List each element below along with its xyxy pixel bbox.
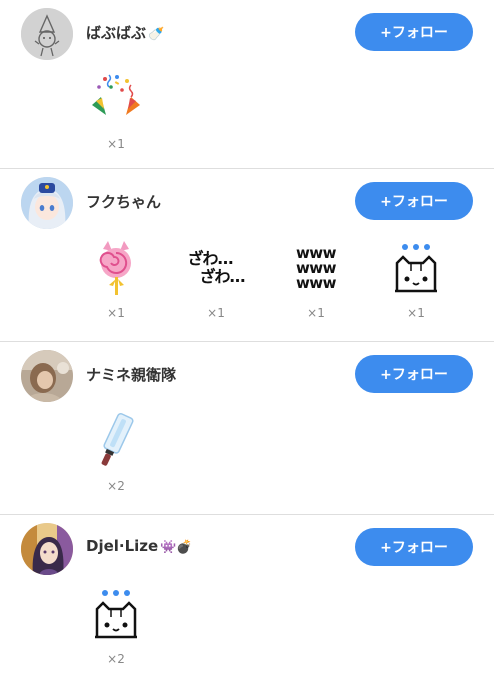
photo-avatar-icon <box>21 350 73 402</box>
gift-count: ×2 <box>107 652 125 666</box>
user-row: フクちゃん +フォロー ×1 ざわ… ざわ… ×1 www www www ×1… <box>0 168 494 341</box>
username-text: ばぶばぶ <box>86 24 147 42</box>
avatar[interactable] <box>21 523 73 575</box>
gift-count: ×2 <box>107 479 125 493</box>
gift-user-list: ばぶばぶ 🍼 +フォロー ×1 フクちゃん +フォロー ×1 ざわ… ざわ… ×… <box>0 0 494 687</box>
username[interactable]: フクちゃん <box>86 191 161 212</box>
anime-girl-avatar-icon <box>21 177 73 229</box>
avatar[interactable] <box>21 350 73 402</box>
gift-item: ざわ… ざわ… ×1 <box>166 239 266 321</box>
lollipop-icon <box>85 239 147 297</box>
gift-list: ×2 <box>66 412 166 493</box>
www-line: www <box>295 273 337 292</box>
gift-item: www www www ×1 <box>266 239 366 320</box>
illustrated-girl-avatar-icon <box>21 523 73 575</box>
gift-count: ×1 <box>307 306 325 320</box>
follow-button[interactable]: +フォロー <box>355 182 473 220</box>
pencil-sketch-avatar-icon <box>21 8 73 60</box>
gift-item: ×2 <box>66 585 166 666</box>
gift-count: ×1 <box>107 137 125 151</box>
cat-dots-icon <box>85 585 147 643</box>
user-row: ばぶばぶ 🍼 +フォロー ×1 <box>0 0 494 168</box>
zawazawa-icon: ざわ… ざわ… <box>185 239 247 297</box>
www-icon: www www www <box>285 239 347 297</box>
gift-count: ×1 <box>407 306 425 320</box>
zawa-line: ざわ… <box>199 267 245 286</box>
gift-item: ×1 <box>66 70 166 151</box>
cat-dots-icon <box>385 239 447 297</box>
username-text: フクちゃん <box>86 193 162 211</box>
gift-item: ×1 <box>366 239 466 320</box>
user-row: Djel·Lize 👾💣 +フォロー ×2 <box>0 514 494 687</box>
gift-count: ×1 <box>207 306 225 320</box>
party-popper-icon <box>85 70 147 128</box>
user-row: ナミネ親衛隊 +フォロー ×2 <box>0 341 494 514</box>
gift-list: ×1 ざわ… ざわ… ×1 www www www ×1 ×1 <box>66 239 466 320</box>
baby-bottle-icon: 🍼 <box>148 27 165 42</box>
follow-button[interactable]: +フォロー <box>355 355 473 393</box>
follow-button[interactable]: +フォロー <box>355 13 473 51</box>
gift-item: ×1 <box>66 239 166 320</box>
gift-count: ×1 <box>107 306 125 320</box>
username-text: ナミネ親衛隊 <box>86 366 177 384</box>
glow-stick-icon <box>85 412 147 470</box>
avatar[interactable] <box>21 177 73 229</box>
username-text: Djel·Lize <box>86 537 159 555</box>
gift-item: ×2 <box>66 412 166 493</box>
username[interactable]: ばぶばぶ 🍼 <box>86 22 164 43</box>
username[interactable]: Djel·Lize 👾💣 <box>86 537 193 555</box>
username[interactable]: ナミネ親衛隊 <box>86 364 176 385</box>
follow-button[interactable]: +フォロー <box>355 528 473 566</box>
gift-list: ×2 <box>66 585 166 666</box>
avatar[interactable] <box>21 8 73 60</box>
zawa-line: ざわ… <box>187 249 233 268</box>
alien-bomb-icon: 👾💣 <box>160 540 193 555</box>
gift-list: ×1 <box>66 70 166 151</box>
